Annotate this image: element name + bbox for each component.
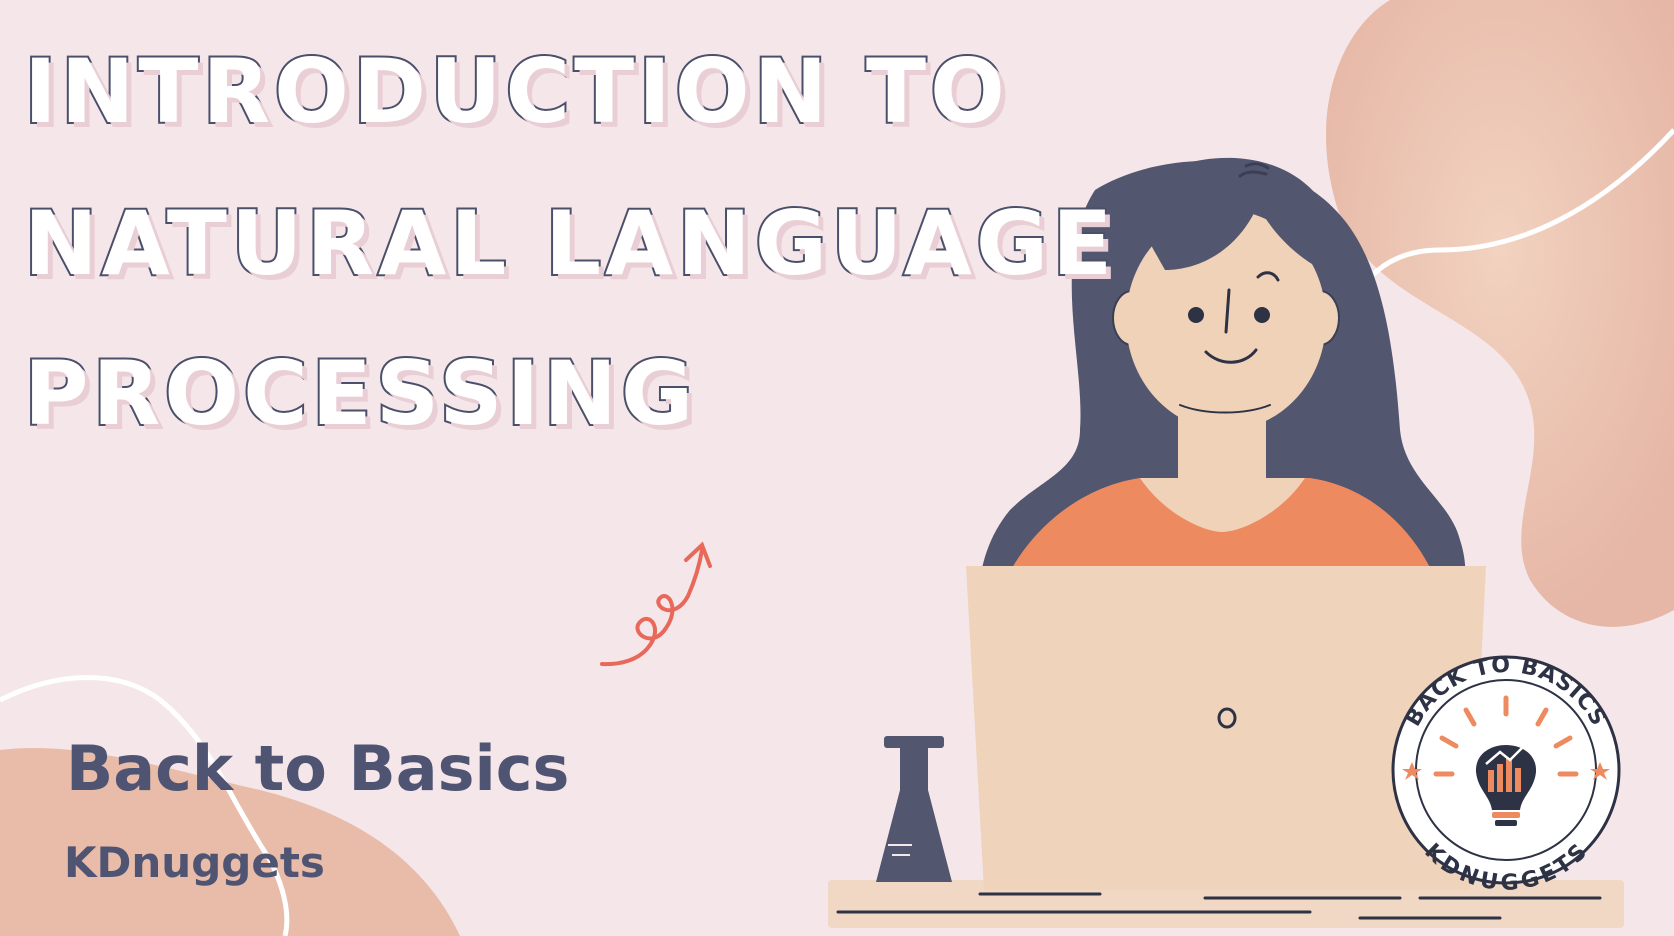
title-line-2: NATURAL LANGUAGE: [22, 192, 1117, 295]
title-line-1: INTRODUCTION TO: [22, 40, 1009, 143]
subtitle: Back to Basics: [66, 732, 570, 805]
badge-bottom-text: KDNUGGETS: [1419, 839, 1591, 896]
title-line-3: PROCESSING: [22, 342, 698, 445]
badge-top-text: BACK TO BASICS: [1401, 653, 1610, 731]
svg-text:BACK TO BASICS: BACK TO BASICS: [1401, 653, 1611, 731]
svg-text:KDNUGGETS: KDNUGGETS: [1419, 839, 1592, 896]
brand-name: KDnuggets: [64, 838, 325, 887]
